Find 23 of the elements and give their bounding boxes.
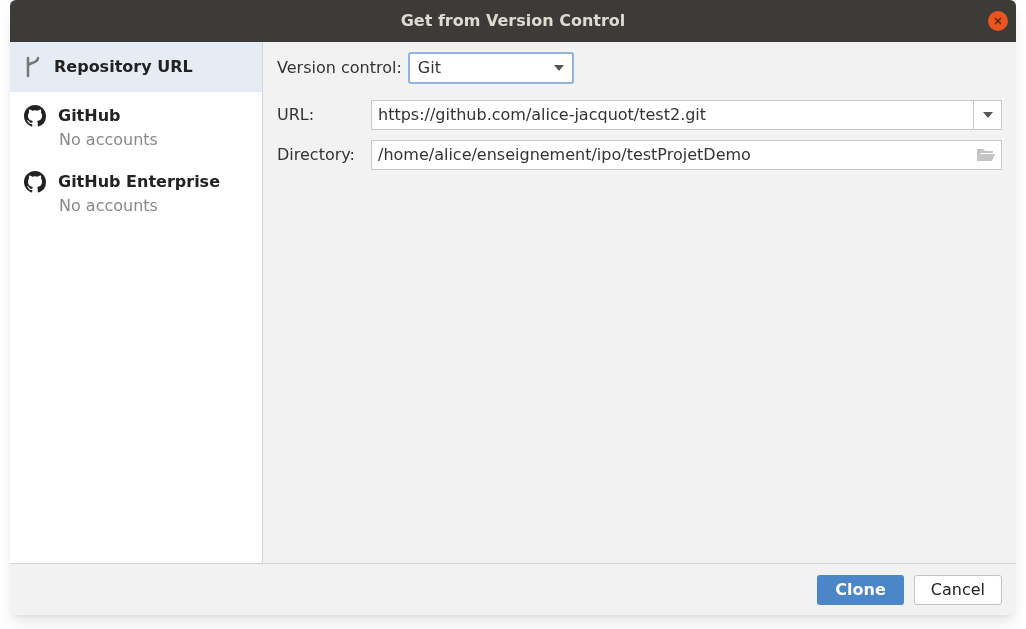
close-button[interactable]: [988, 11, 1008, 31]
clone-button[interactable]: Clone: [817, 574, 904, 605]
field-label: Directory:: [277, 144, 356, 166]
item-label: GitHub: [58, 105, 121, 127]
item-subtitle: No accounts: [59, 195, 159, 217]
item-subtitle: No accounts: [59, 129, 159, 151]
github-icon: [24, 171, 46, 193]
close-icon: [994, 17, 1002, 25]
github-icon: [24, 105, 46, 127]
item-label: GitHub Enterprise: [58, 171, 220, 193]
sidebar-item[interactable]: Repository URL: [10, 42, 262, 92]
folder-icon: [977, 148, 995, 162]
branch-icon: [24, 56, 42, 78]
item-label: Repository URL: [54, 56, 193, 78]
caret-icon: [553, 65, 564, 71]
url-field[interactable]: https://github.com/alice-jacquot/test2.git: [371, 100, 1002, 130]
directory-field[interactable]: /home/alice/enseignement/ipo/testProjetDemo: [371, 140, 1002, 170]
version-control-dropdown[interactable]: Git: [407, 52, 574, 84]
cancel-button[interactable]: Cancel: [913, 574, 1002, 605]
field-label: URL:: [277, 104, 316, 126]
caret-icon: [982, 112, 993, 118]
window-title: Get from Version Control: [400, 10, 626, 32]
field-label: Version control:: [277, 57, 402, 79]
